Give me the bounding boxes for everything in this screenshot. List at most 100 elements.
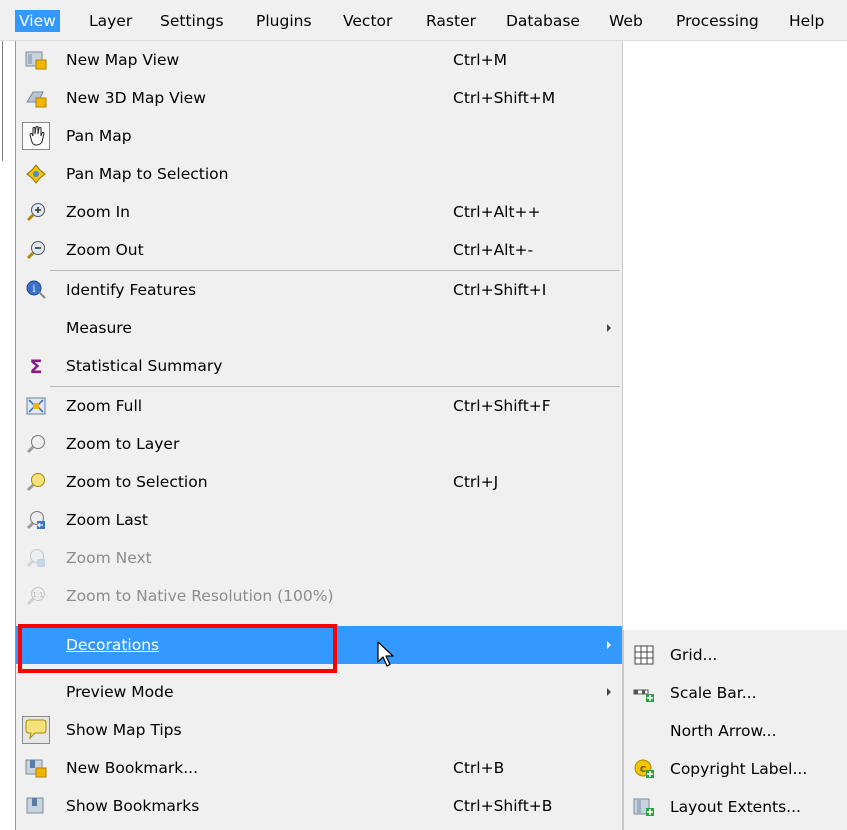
menu-view[interactable]: View bbox=[15, 10, 60, 32]
menu-item-shortcut: Ctrl+Shift+I bbox=[453, 281, 547, 299]
menu-item-show-bookmarks[interactable]: Show Bookmarks Ctrl+Shift+B bbox=[16, 787, 622, 825]
menu-item-label: Zoom to Native Resolution (100%) bbox=[66, 587, 334, 605]
menu-item-zoom-out[interactable]: Zoom Out Ctrl+Alt+- bbox=[16, 231, 622, 269]
menu-item-zoom-to-layer[interactable]: Zoom to Layer bbox=[16, 425, 622, 463]
menu-item-label: Show Bookmarks bbox=[66, 797, 200, 815]
new-3d-map-view-icon bbox=[25, 88, 47, 108]
menu-web[interactable]: Web bbox=[604, 10, 648, 32]
menu-item-pan-map[interactable]: Pan Map bbox=[16, 117, 622, 155]
menu-item-shortcut: Ctrl+Shift+M bbox=[453, 89, 556, 107]
menu-item-shortcut: Ctrl+Shift+B bbox=[453, 797, 553, 815]
zoom-native-icon: 1:1 bbox=[25, 586, 47, 606]
menu-item-new-bookmark[interactable]: New Bookmark... Ctrl+B bbox=[16, 749, 622, 787]
menu-item-label: Show Map Tips bbox=[66, 721, 182, 739]
menu-item-label: Zoom to Selection bbox=[66, 473, 208, 491]
new-bookmark-icon bbox=[25, 758, 47, 778]
menu-item-label: New Bookmark... bbox=[66, 759, 199, 777]
menu-item-label: New 3D Map View bbox=[66, 89, 206, 107]
menu-item-measure[interactable]: Measure bbox=[16, 309, 622, 347]
menu-item-label: Zoom to Layer bbox=[66, 435, 180, 453]
menu-item-label: Identify Features bbox=[66, 281, 197, 299]
menu-item-label: Measure bbox=[66, 319, 132, 337]
menu-item-zoom-to-selection[interactable]: Zoom to Selection Ctrl+J bbox=[16, 463, 622, 501]
zoom-out-icon bbox=[25, 240, 47, 260]
menu-item-zoom-next: Zoom Next bbox=[16, 539, 622, 577]
submenu-item-label: Scale Bar... bbox=[670, 684, 757, 702]
submenu-item-label: Layout Extents... bbox=[670, 798, 801, 816]
zoom-next-icon bbox=[25, 548, 47, 568]
menu-layer[interactable]: Layer bbox=[84, 10, 137, 32]
zoom-in-icon bbox=[25, 202, 47, 222]
show-bookmarks-icon bbox=[25, 796, 47, 816]
menu-item-preview-mode[interactable]: Preview Mode bbox=[16, 673, 622, 711]
menu-item-pan-map-to-selection[interactable]: Pan Map to Selection bbox=[16, 155, 622, 193]
menu-processing[interactable]: Processing bbox=[671, 10, 764, 32]
zoom-to-selection-icon bbox=[25, 472, 47, 492]
zoom-full-icon bbox=[25, 396, 47, 416]
menu-item-shortcut: Ctrl+B bbox=[453, 759, 505, 777]
menu-item-zoom-full[interactable]: Zoom Full Ctrl+Shift+F bbox=[16, 387, 622, 425]
menu-item-label: Zoom Full bbox=[66, 397, 143, 415]
menu-item-identify-features[interactable]: i Identify Features Ctrl+Shift+I bbox=[16, 271, 622, 309]
zoom-to-layer-icon bbox=[25, 434, 47, 454]
menu-item-shortcut: Ctrl+Alt+- bbox=[453, 241, 534, 259]
menu-item-label: Zoom Next bbox=[66, 549, 152, 567]
submenu-item-label: Copyright Label... bbox=[670, 760, 808, 778]
map-tips-icon bbox=[22, 716, 50, 744]
menu-item-zoom-in[interactable]: Zoom In Ctrl+Alt++ bbox=[16, 193, 622, 231]
sigma-icon: Σ bbox=[25, 356, 47, 376]
hand-pan-icon bbox=[22, 122, 50, 150]
view-menu: New Map View Ctrl+M New 3D Map View Ctrl… bbox=[15, 41, 623, 830]
menu-item-label: Zoom Out bbox=[66, 241, 144, 259]
mouse-cursor-icon bbox=[376, 640, 398, 668]
menu-plugins[interactable]: Plugins bbox=[251, 10, 317, 32]
menu-bar: View Layer Settings Plugins Vector Raste… bbox=[0, 0, 847, 41]
submenu-item-label: Grid... bbox=[670, 646, 718, 664]
layout-extents-icon bbox=[633, 797, 655, 817]
menu-item-shortcut: Ctrl+J bbox=[453, 473, 499, 491]
submenu-item-north-arrow[interactable]: North Arrow... bbox=[624, 712, 847, 750]
svg-text:1:1: 1:1 bbox=[32, 591, 43, 599]
menu-database[interactable]: Database bbox=[501, 10, 585, 32]
grid-icon bbox=[633, 645, 655, 665]
submenu-arrow-icon bbox=[607, 324, 611, 332]
copyright-label-icon: c bbox=[633, 759, 655, 779]
menu-item-label: New Map View bbox=[66, 51, 180, 69]
submenu-item-grid[interactable]: Grid... bbox=[624, 636, 847, 674]
svg-text:i: i bbox=[32, 284, 35, 295]
menu-item-label: Pan Map bbox=[66, 127, 132, 145]
menu-item-label: Zoom Last bbox=[66, 511, 148, 529]
menu-item-label: Preview Mode bbox=[66, 683, 174, 701]
annotation-highlight-box bbox=[18, 624, 337, 673]
menu-item-shortcut: Ctrl+Alt++ bbox=[453, 203, 541, 221]
submenu-item-layout-extents[interactable]: Layout Extents... bbox=[624, 788, 847, 826]
menu-help[interactable]: Help bbox=[784, 10, 829, 32]
menu-item-zoom-last[interactable]: Zoom Last bbox=[16, 501, 622, 539]
menu-settings[interactable]: Settings bbox=[155, 10, 229, 32]
submenu-item-scale-bar[interactable]: Scale Bar... bbox=[624, 674, 847, 712]
menu-item-label: Statistical Summary bbox=[66, 357, 223, 375]
window-edge bbox=[2, 41, 3, 161]
decorations-submenu: Grid... Scale Bar... North Arrow... c Co… bbox=[623, 630, 847, 830]
menu-raster[interactable]: Raster bbox=[421, 10, 481, 32]
menu-item-zoom-native-resolution: 1:1 Zoom to Native Resolution (100%) bbox=[16, 577, 622, 615]
menu-item-new-map-view[interactable]: New Map View Ctrl+M bbox=[16, 41, 622, 79]
identify-icon: i bbox=[25, 280, 47, 300]
menu-item-statistical-summary[interactable]: Σ Statistical Summary bbox=[16, 347, 622, 385]
menu-vector[interactable]: Vector bbox=[338, 10, 397, 32]
submenu-item-label: North Arrow... bbox=[670, 722, 777, 740]
menu-item-new-3d-map-view[interactable]: New 3D Map View Ctrl+Shift+M bbox=[16, 79, 622, 117]
submenu-arrow-icon bbox=[607, 641, 611, 649]
menu-item-label: Zoom In bbox=[66, 203, 131, 221]
submenu-item-copyright-label[interactable]: c Copyright Label... bbox=[624, 750, 847, 788]
menu-item-show-map-tips[interactable]: Show Map Tips bbox=[16, 711, 622, 749]
menu-item-label: Pan Map to Selection bbox=[66, 165, 229, 183]
svg-text:c: c bbox=[640, 762, 647, 775]
menu-item-shortcut: Ctrl+Shift+F bbox=[453, 397, 551, 415]
new-map-view-icon bbox=[25, 50, 47, 70]
submenu-arrow-icon bbox=[607, 688, 611, 696]
menu-item-shortcut: Ctrl+M bbox=[453, 51, 507, 69]
pan-to-selection-icon bbox=[25, 164, 47, 184]
scale-bar-icon bbox=[633, 683, 655, 703]
zoom-last-icon bbox=[25, 510, 47, 530]
